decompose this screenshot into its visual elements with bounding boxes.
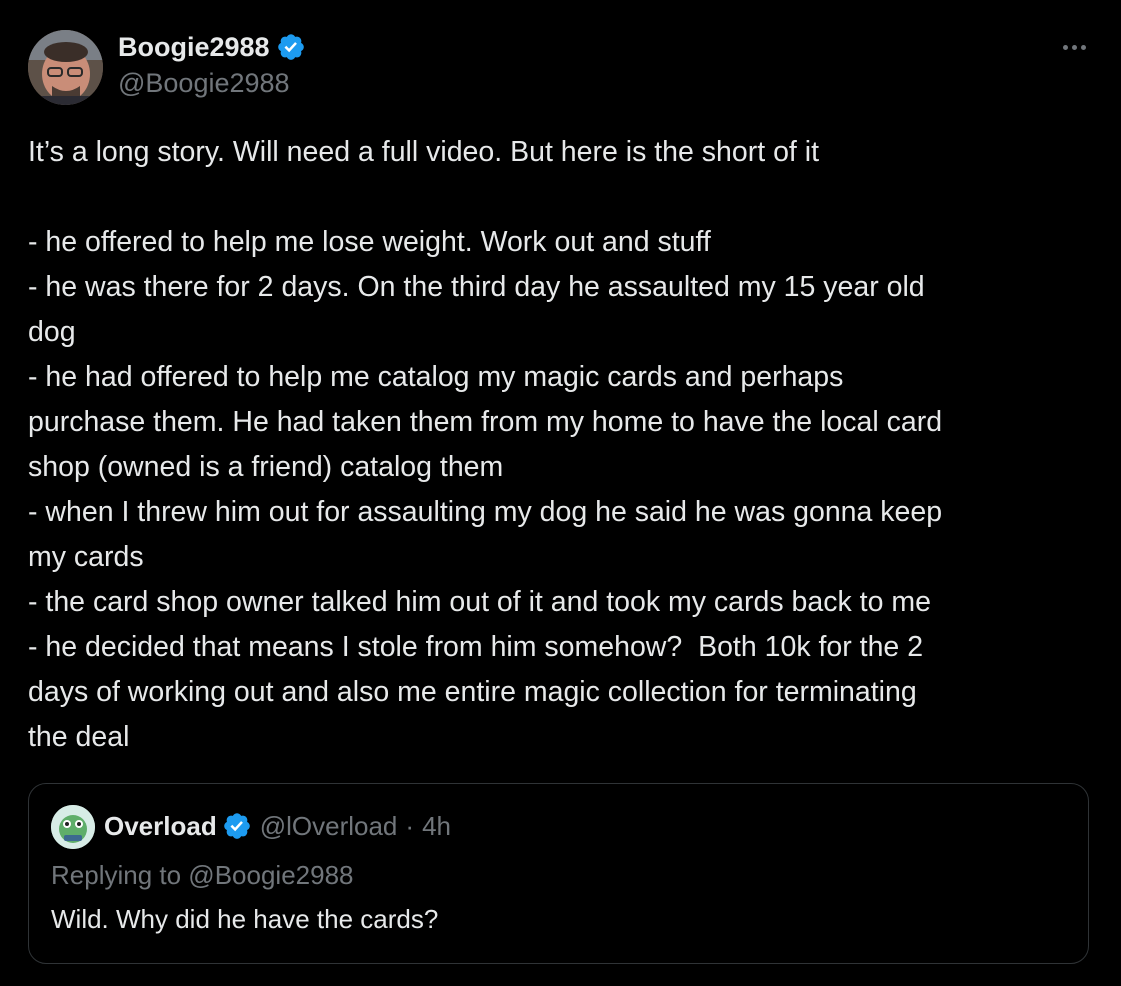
tweet-line [28, 175, 1098, 220]
more-options-icon [1062, 44, 1068, 50]
tweet-line: my cards [28, 541, 144, 573]
quoted-text: Wild. Why did he have the cards? [51, 904, 439, 934]
quoted-author-avatar[interactable] [51, 805, 95, 849]
quoted-separator: · [405, 810, 415, 841]
author-name-row: Boogie2988 [118, 28, 306, 66]
quoted-tweet[interactable]: Overload @lOverload · 4h Replying to @Bo… [28, 783, 1089, 964]
tweet-line: - he was there for 2 days. On the third … [28, 271, 925, 303]
quoted-handle[interactable]: @lOverload [260, 811, 398, 842]
author-avatar[interactable] [28, 30, 103, 105]
profile-photo-icon [51, 805, 95, 849]
tweet-line: the deal [28, 721, 130, 753]
tweet-line: - he had offered to help me catalog my m… [28, 361, 844, 393]
author-display-name[interactable]: Boogie2988 [118, 32, 270, 63]
profile-photo-icon [28, 30, 103, 105]
quoted-replying-to: Replying to @Boogie2988 [51, 860, 354, 890]
tweet-text: It’s a long story. Will need a full vide… [28, 130, 1098, 760]
tweet-line: - when I threw him out for assaulting my… [28, 496, 943, 528]
tweet-line: purchase them. He had taken them from my… [28, 406, 943, 438]
more-options-button[interactable] [1054, 30, 1094, 64]
tweet-card: Boogie2988 @Boogie2988 It’s a long story… [0, 0, 1121, 986]
author-handle[interactable]: @Boogie2988 [118, 68, 290, 99]
tweet-line: - he offered to help me lose weight. Wor… [28, 226, 711, 258]
more-options-dot [1071, 44, 1077, 50]
tweet-line: days of working out and also me entire m… [28, 676, 917, 708]
tweet-line: - he decided that means I stole from him… [28, 631, 924, 663]
tweet-line: - the card shop owner talked him out of … [28, 586, 931, 618]
verified-badge-icon [277, 34, 304, 60]
quoted-display-name[interactable]: Overload [104, 811, 217, 842]
quoted-header: Overload @lOverload · 4h [104, 806, 451, 846]
tweet-line: dog [28, 316, 76, 348]
more-options-dot [1080, 44, 1086, 50]
tweet-line: shop (owned is a friend) catalog them [28, 451, 504, 483]
quoted-timestamp[interactable]: 4h [422, 811, 451, 842]
verified-badge-icon [223, 813, 250, 839]
tweet-line: It’s a long story. Will need a full vide… [28, 136, 820, 168]
